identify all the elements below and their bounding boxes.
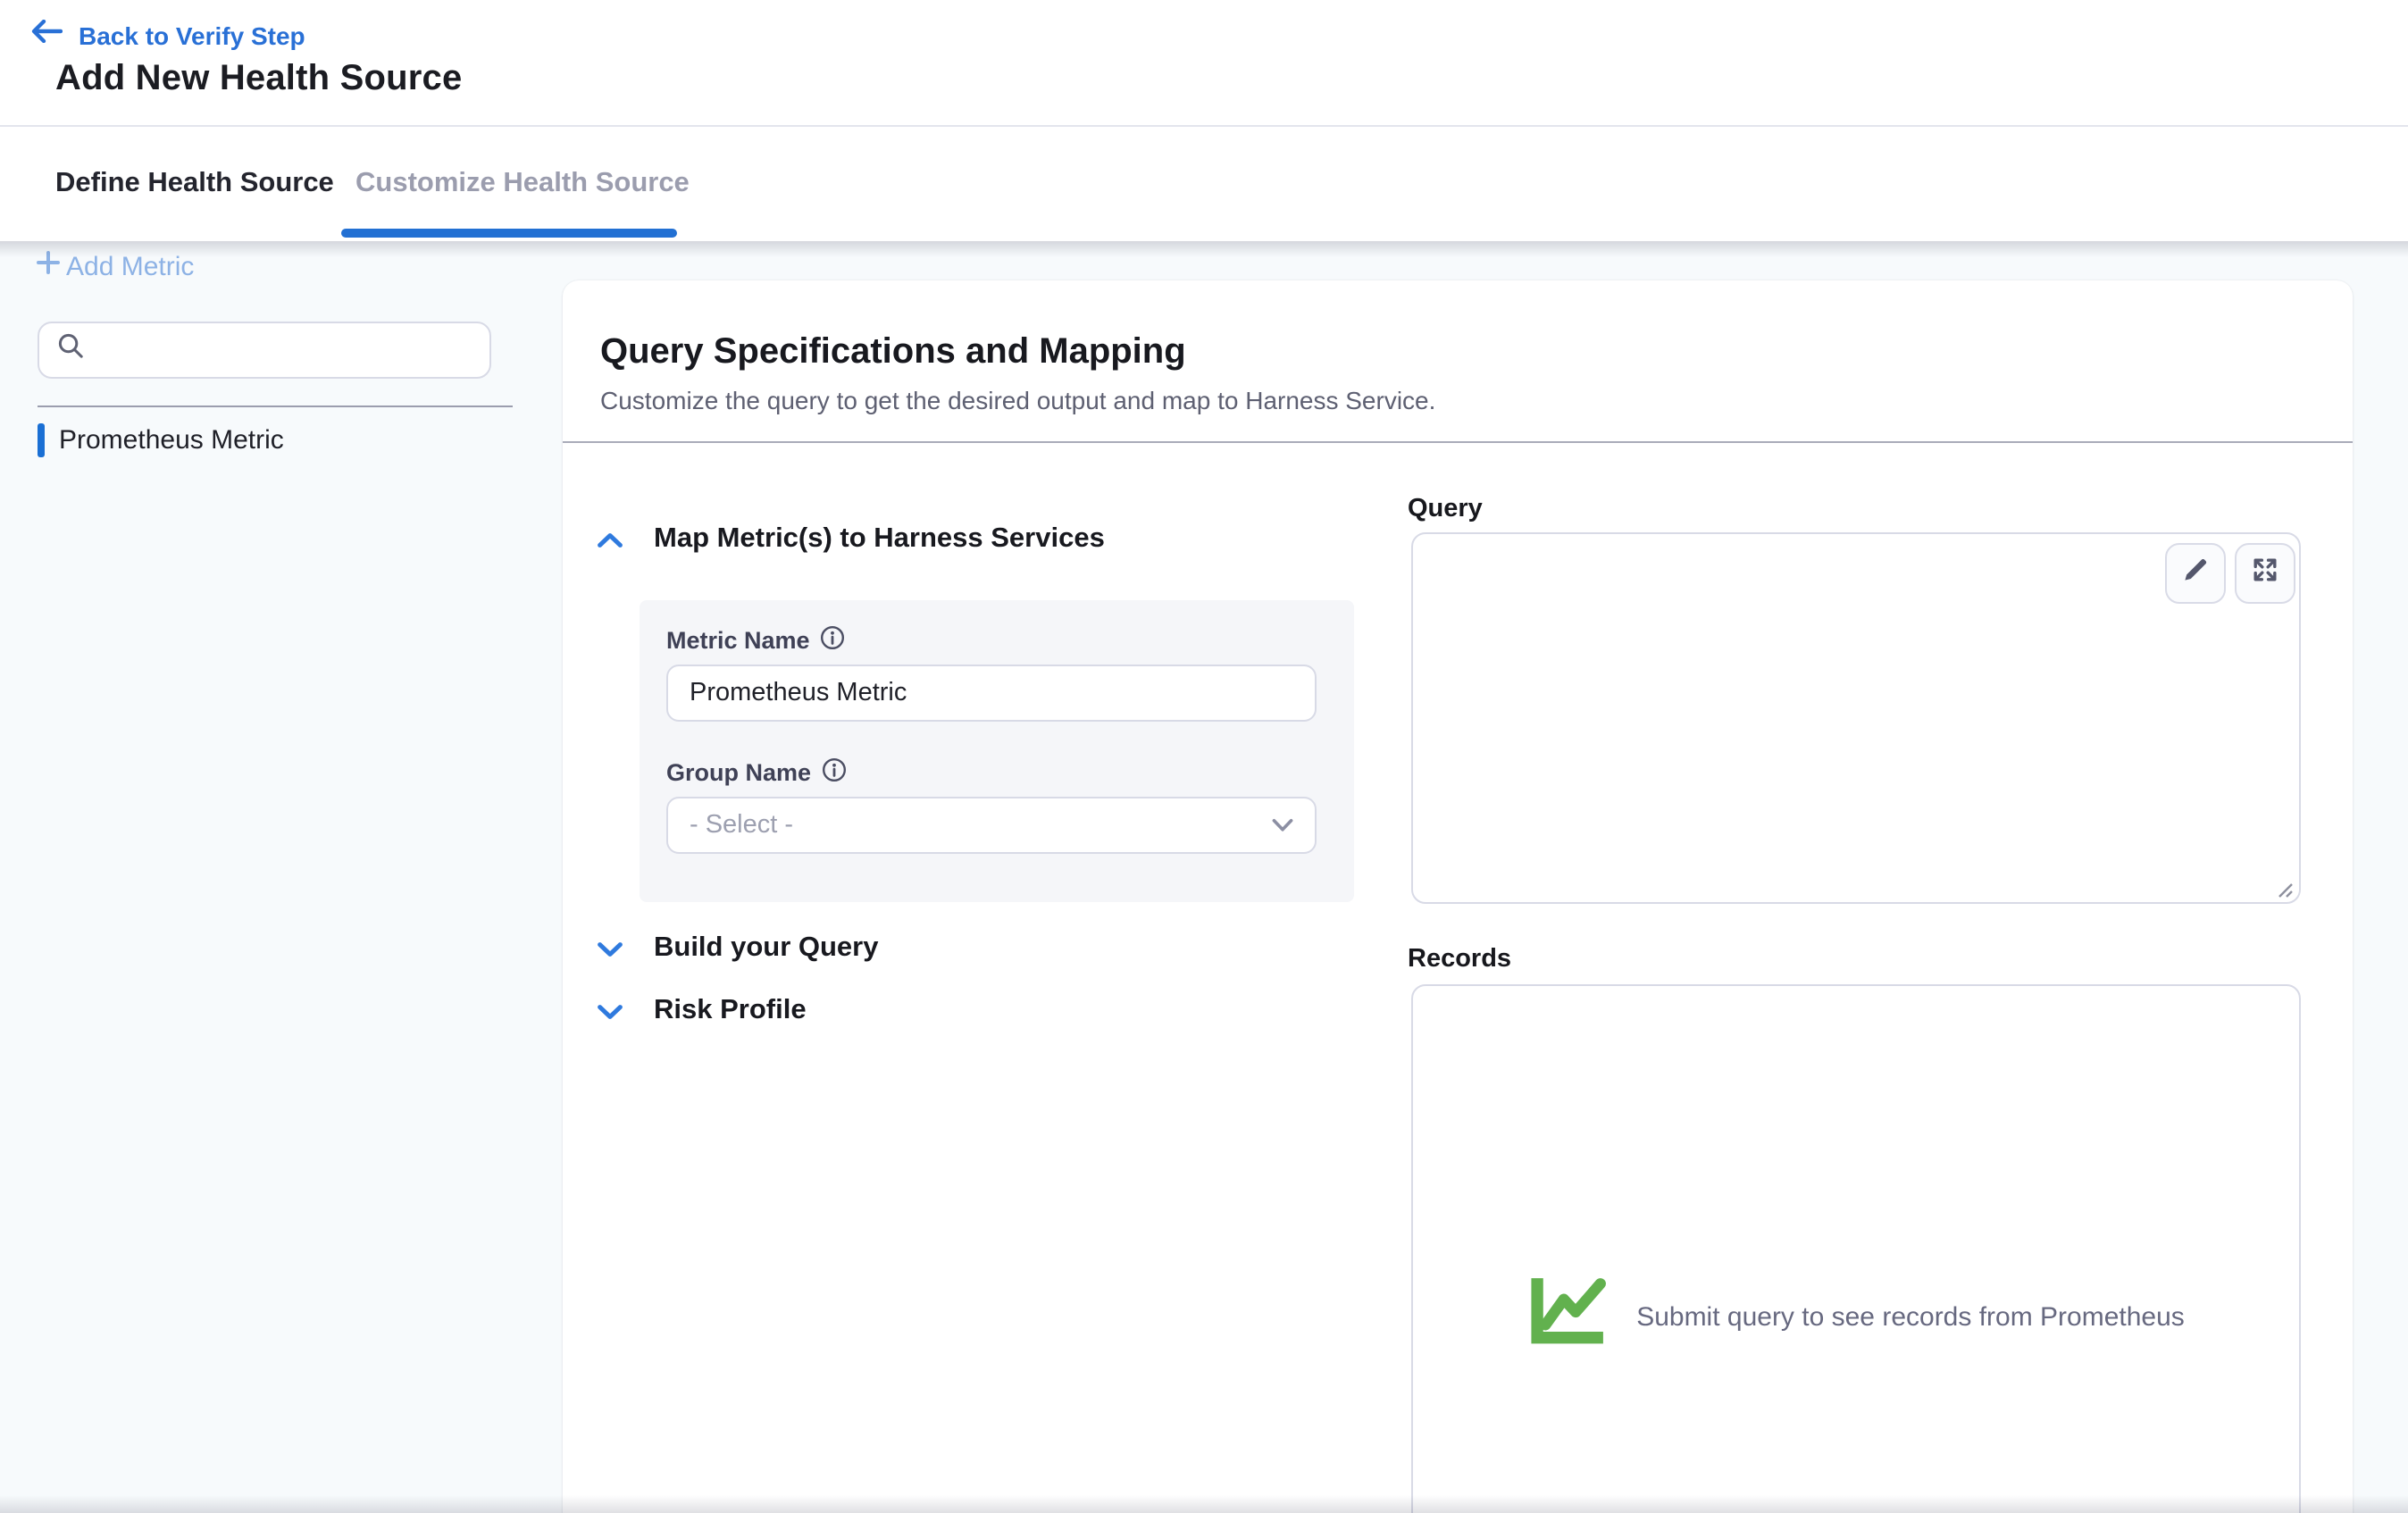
query-label: Query bbox=[1408, 495, 1483, 523]
metric-item-label: Prometheus Metric bbox=[59, 424, 284, 455]
metric-name-input[interactable] bbox=[666, 665, 1317, 722]
card-header-divider bbox=[563, 441, 2353, 443]
search-icon bbox=[57, 332, 84, 368]
card-subtitle: Customize the query to get the desired o… bbox=[600, 386, 1435, 414]
add-metric-label: Add Metric bbox=[66, 251, 194, 281]
tab-customize-health-source[interactable]: Customize Health Source bbox=[355, 127, 690, 241]
query-specifications-card: Query Specifications and Mapping Customi… bbox=[563, 280, 2353, 1513]
page-header: Back to Verify Step Add New Health Sourc… bbox=[0, 0, 2408, 125]
section-title-build-query: Build your Query bbox=[654, 932, 879, 965]
page-title: Add New Health Source bbox=[55, 59, 462, 100]
metric-name-label-row: Metric Name bbox=[666, 625, 846, 656]
add-metric-button[interactable]: Add Metric bbox=[36, 248, 194, 284]
sidebar-divider bbox=[38, 405, 513, 407]
health-source-tabs: Define Health Source Customize Health So… bbox=[0, 125, 2408, 241]
group-name-select-value: - Select - bbox=[690, 811, 793, 840]
pencil-icon bbox=[2181, 555, 2210, 592]
arrow-left-icon bbox=[30, 20, 63, 52]
tab-define-health-source[interactable]: Define Health Source bbox=[55, 127, 334, 241]
chevron-up-icon bbox=[597, 531, 623, 548]
metric-name-label: Metric Name bbox=[666, 627, 810, 654]
section-map-metrics-toggle[interactable]: Map Metric(s) to Harness Services bbox=[597, 523, 1105, 556]
chevron-down-icon bbox=[597, 940, 623, 957]
back-link-label: Back to Verify Step bbox=[79, 21, 305, 50]
section-build-query-toggle[interactable]: Build your Query bbox=[597, 932, 879, 965]
expand-arrows-icon bbox=[2251, 555, 2279, 592]
group-name-select[interactable]: - Select - bbox=[666, 797, 1317, 854]
textarea-resize-handle[interactable] bbox=[2272, 875, 2294, 897]
query-editor-box bbox=[1411, 532, 2301, 904]
section-title-risk-profile: Risk Profile bbox=[654, 995, 807, 1027]
metrics-sidebar: Add Metric Prometheus Metric bbox=[0, 241, 563, 1513]
metric-search-box bbox=[38, 322, 491, 379]
content-area: Add Metric Prometheus Metric Query Speci… bbox=[0, 241, 2408, 1513]
map-metrics-form-panel: Metric Name Group Name bbox=[640, 600, 1354, 902]
query-edit-button[interactable] bbox=[2165, 543, 2226, 604]
metric-search-input[interactable] bbox=[98, 336, 472, 364]
records-label: Records bbox=[1408, 945, 1511, 974]
app-window: Back to Verify Step Add New Health Sourc… bbox=[0, 0, 2408, 1513]
group-name-label: Group Name bbox=[666, 759, 811, 786]
back-link[interactable]: Back to Verify Step bbox=[30, 16, 305, 55]
line-chart-icon bbox=[1527, 1275, 1613, 1358]
active-tab-indicator bbox=[341, 229, 677, 238]
group-name-label-row: Group Name bbox=[666, 757, 847, 788]
sidebar-item-prometheus-metric[interactable]: Prometheus Metric bbox=[38, 422, 284, 457]
section-title-map-metrics: Map Metric(s) to Harness Services bbox=[654, 523, 1105, 556]
selected-indicator-bar bbox=[38, 422, 44, 456]
query-fullscreen-button[interactable] bbox=[2235, 543, 2295, 604]
info-icon[interactable] bbox=[821, 625, 846, 656]
plus-icon bbox=[36, 249, 61, 283]
chevron-down-icon bbox=[597, 1003, 623, 1019]
card-title: Query Specifications and Mapping bbox=[600, 332, 1186, 373]
records-empty-state: Submit query to see records from Prometh… bbox=[1411, 984, 2301, 1513]
section-risk-profile-toggle[interactable]: Risk Profile bbox=[597, 995, 807, 1027]
records-empty-message: Submit query to see records from Prometh… bbox=[1636, 1301, 2185, 1332]
info-icon[interactable] bbox=[822, 757, 847, 788]
chevron-down-icon bbox=[1272, 809, 1293, 841]
